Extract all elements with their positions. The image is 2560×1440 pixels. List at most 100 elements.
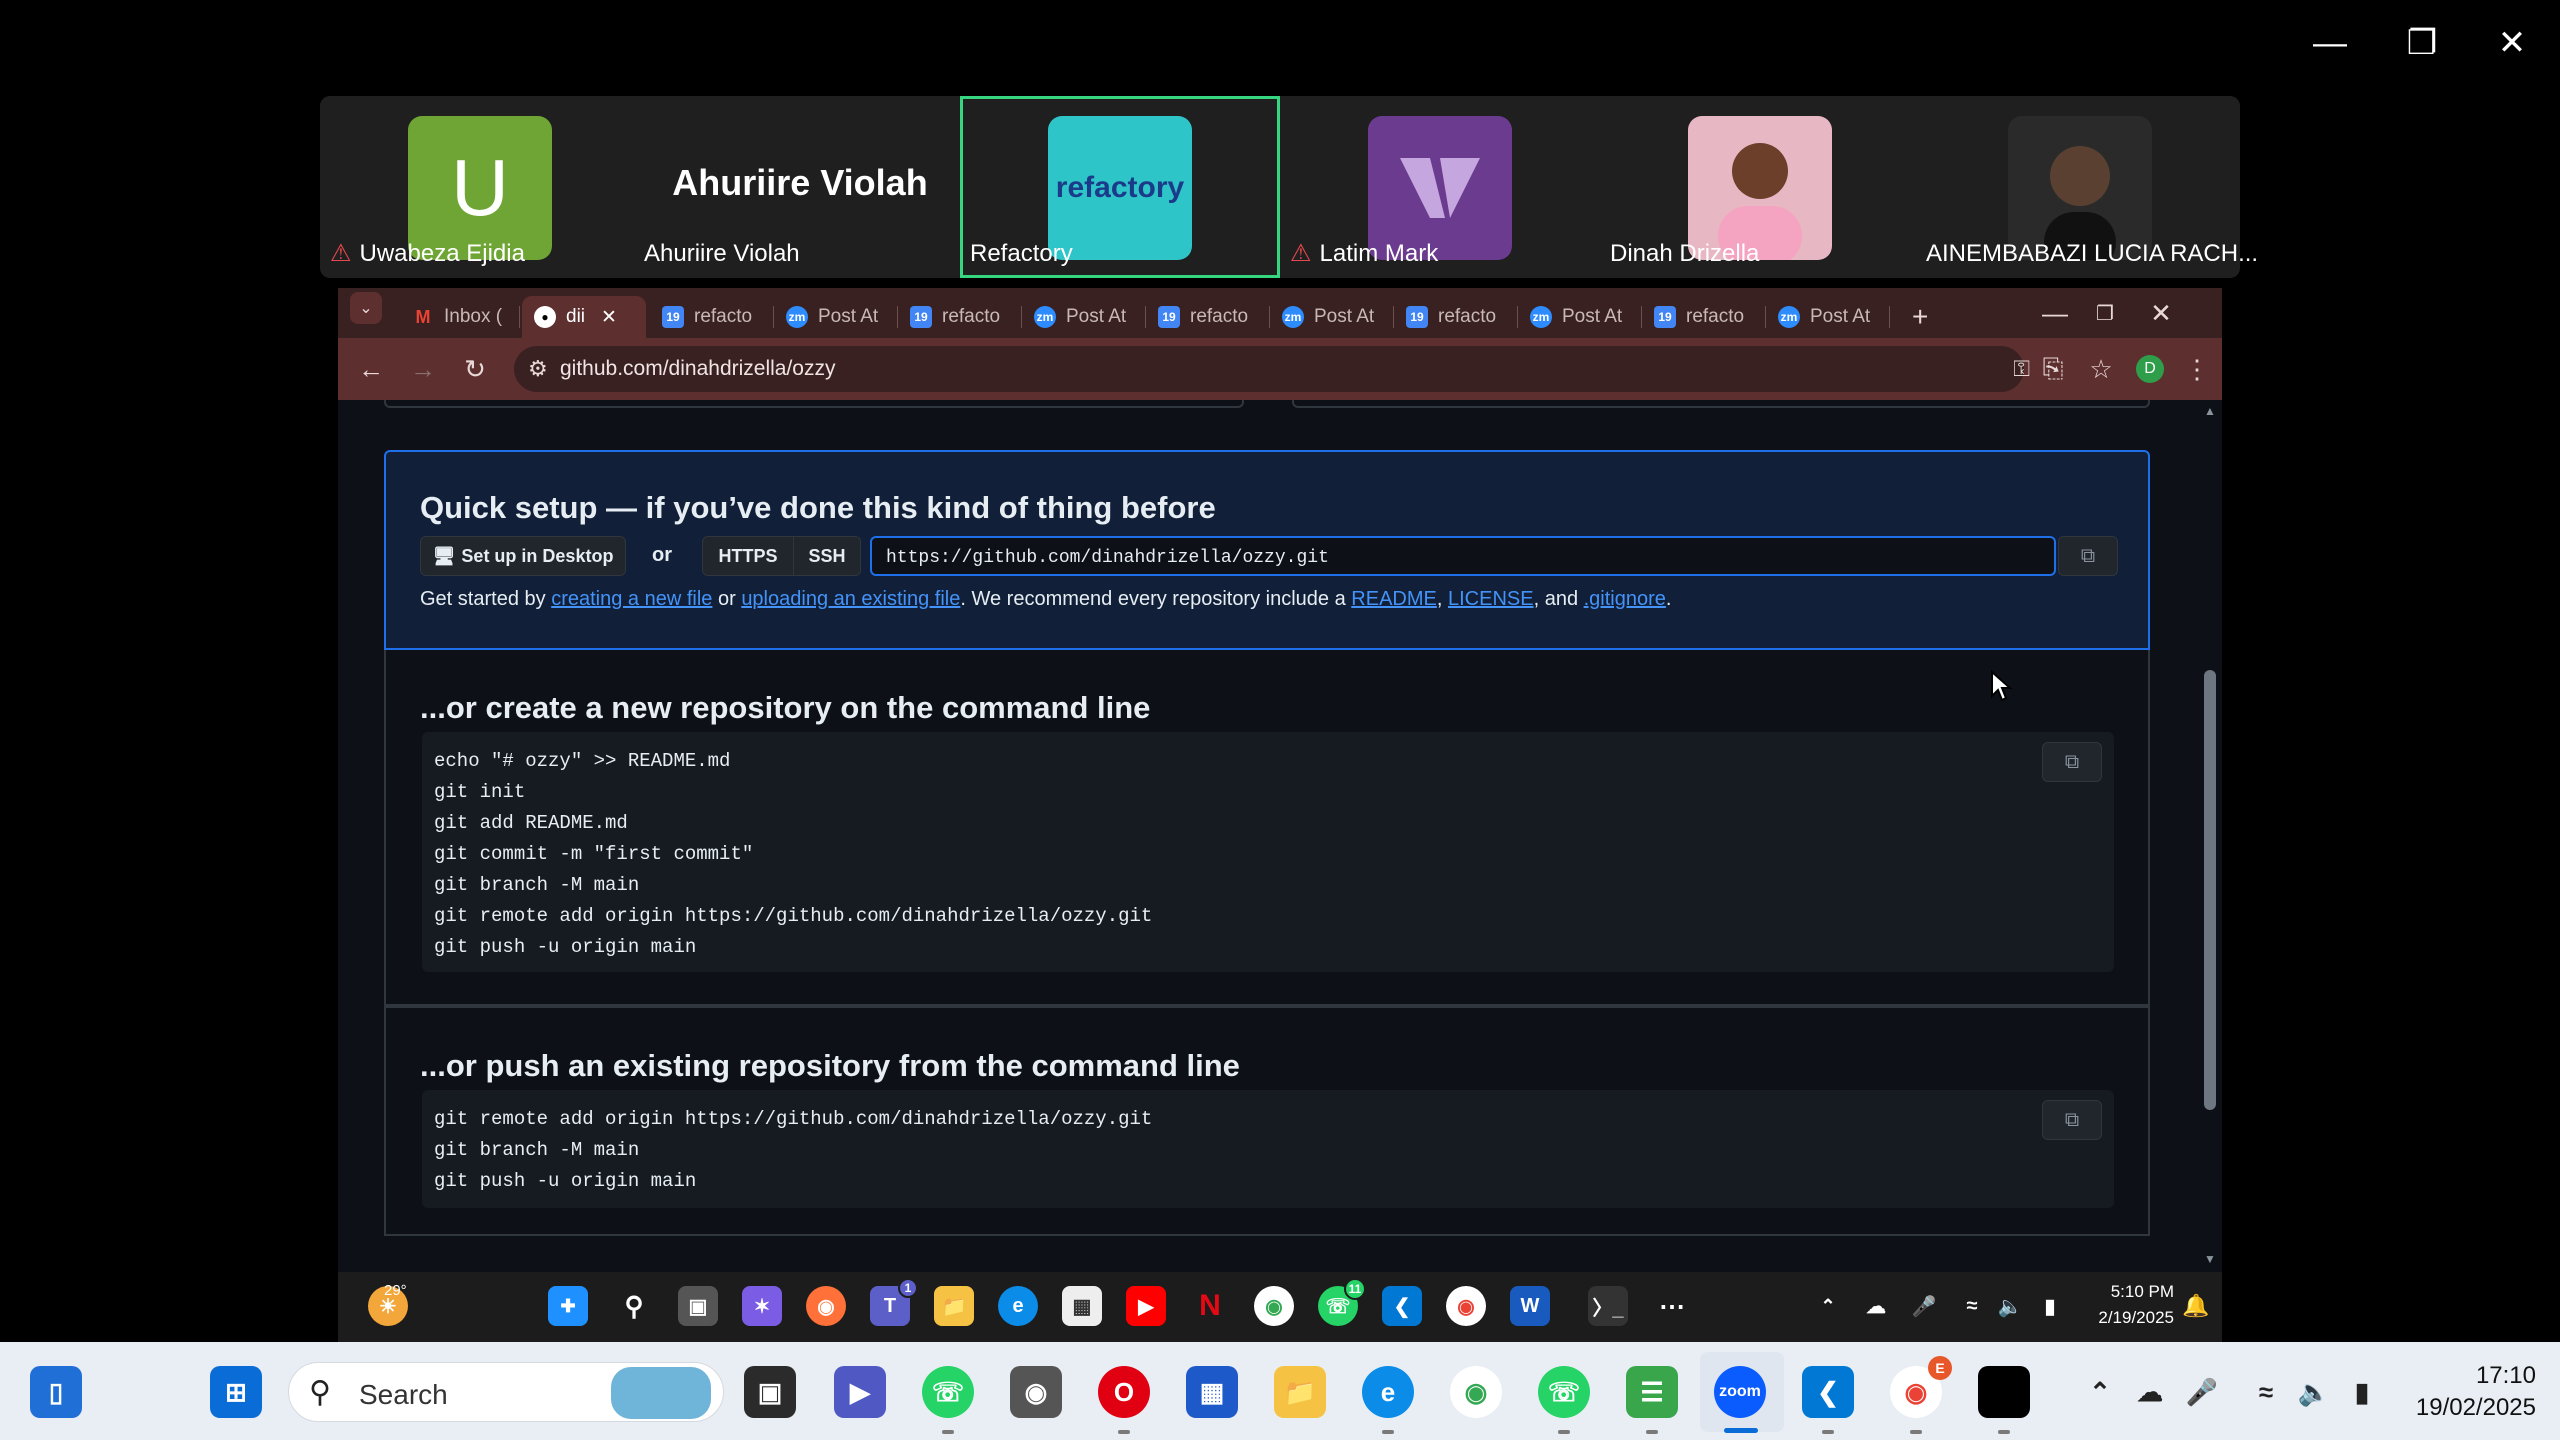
chrome-profile-icon[interactable]: ◉ E bbox=[1890, 1356, 1952, 1418]
firefox-icon[interactable]: ◉ bbox=[806, 1286, 846, 1326]
tab-post-at[interactable]: zm Post At bbox=[1518, 296, 1642, 338]
browser-minimize-button[interactable]: — bbox=[2032, 290, 2078, 336]
show-hidden-icons-chevron[interactable]: ⌃ bbox=[1808, 1286, 1848, 1326]
profile-avatar[interactable]: D bbox=[2136, 355, 2164, 383]
edge-icon[interactable]: e bbox=[1362, 1366, 1414, 1418]
clone-url-field[interactable]: https://github.com/dinahdrizella/ozzy.gi… bbox=[870, 536, 2056, 576]
tab-refacto[interactable]: 19 refacto bbox=[1146, 296, 1270, 338]
copy-clone-url-button[interactable]: ⧉ bbox=[2058, 536, 2118, 576]
copy-push-commands-button[interactable]: ⧉ bbox=[2042, 1100, 2102, 1140]
camera-icon[interactable]: ◉ bbox=[1010, 1366, 1062, 1418]
url-text[interactable]: github.com/dinahdrizella/ozzy bbox=[560, 357, 835, 381]
participant-tile[interactable]: Ahuriire Violah Ahuriire Violah bbox=[640, 96, 960, 278]
wifi-icon[interactable]: ≈ bbox=[1952, 1286, 1992, 1326]
youtube-icon[interactable]: ▶ bbox=[1126, 1286, 1166, 1326]
vscode-icon[interactable]: ❮ bbox=[1382, 1286, 1422, 1326]
bluestacks-icon[interactable]: ☰ bbox=[1626, 1366, 1678, 1418]
whatsapp-icon[interactable]: ☏ 11 bbox=[1318, 1278, 1366, 1326]
participant-tile[interactable]: U ⚠ Uwabeza Ejidia bbox=[320, 96, 640, 278]
chrome-icon[interactable]: ◉ bbox=[1450, 1366, 1502, 1418]
participant-tile[interactable]: ⚠ Latim Mark bbox=[1280, 96, 1600, 278]
tab-gmail[interactable]: M Inbox ( bbox=[400, 296, 520, 338]
battery-icon[interactable]: ▮ bbox=[2030, 1286, 2070, 1326]
zoom-icon[interactable]: zoom bbox=[1714, 1366, 1766, 1418]
site-info-icon[interactable]: ⚙ bbox=[528, 356, 548, 382]
chrome-profile-icon[interactable]: ◉ bbox=[1446, 1286, 1486, 1326]
tab-refacto[interactable]: 19 refacto bbox=[650, 296, 774, 338]
tab-refacto[interactable]: 19 refacto bbox=[1394, 296, 1518, 338]
create-new-file-link[interactable]: creating a new file bbox=[551, 588, 712, 610]
password-key-icon[interactable]: ⚿ bbox=[2013, 356, 2030, 382]
close-tab-icon[interactable]: ✕ bbox=[601, 306, 617, 329]
chrome-icon[interactable]: ◉ bbox=[1254, 1286, 1294, 1326]
terminal-window-icon[interactable] bbox=[1978, 1366, 2030, 1418]
show-hidden-icons-chevron[interactable]: ⌃ bbox=[2074, 1366, 2126, 1418]
bookmark-star-icon[interactable]: ☆ bbox=[2078, 346, 2124, 392]
readme-link[interactable]: README bbox=[1351, 588, 1437, 610]
tab-post-at[interactable]: zm Post At bbox=[774, 296, 898, 338]
omnibox[interactable]: ⚙ github.com/dinahdrizella/ozzy ⚿ bbox=[514, 346, 2030, 392]
microsoft-store-icon[interactable]: ▦ bbox=[1186, 1366, 1238, 1418]
license-link[interactable]: LICENSE bbox=[1448, 588, 1534, 610]
menu-kebab-icon[interactable]: ⋮ bbox=[2174, 346, 2220, 392]
upload-file-link[interactable]: uploading an existing file bbox=[741, 588, 960, 610]
scrollbar-thumb[interactable] bbox=[2204, 670, 2216, 1110]
forward-button[interactable]: → bbox=[400, 346, 446, 392]
minimize-window-button[interactable]: — bbox=[2300, 18, 2360, 68]
whatsapp-second-icon[interactable]: ☏ bbox=[1538, 1366, 1590, 1418]
browser-close-button[interactable]: ✕ bbox=[2138, 290, 2184, 336]
teams-icon[interactable]: T1 bbox=[870, 1278, 918, 1326]
tab-post-at[interactable]: zm Post At bbox=[1022, 296, 1146, 338]
tab-refacto[interactable]: 19 refacto bbox=[898, 296, 1022, 338]
wifi-icon[interactable]: ≈ bbox=[2240, 1366, 2292, 1418]
vscode-icon[interactable]: ❮ bbox=[1802, 1366, 1854, 1418]
https-button[interactable]: HTTPS bbox=[702, 536, 794, 576]
scroll-down-arrow-icon[interactable]: ▼ bbox=[2204, 1252, 2216, 1266]
more-apps-icon[interactable]: ⋯ bbox=[1652, 1286, 1692, 1326]
taskbar-search-box[interactable]: ⚲ Search bbox=[288, 1362, 724, 1422]
close-window-button[interactable]: ✕ bbox=[2482, 18, 2542, 68]
install-app-icon[interactable]: ⎘ bbox=[2030, 346, 2076, 392]
tab-refacto[interactable]: 19 refacto bbox=[1642, 296, 1766, 338]
create-repo-code-block[interactable]: echo "# ozzy" >> README.md git init git … bbox=[422, 732, 2114, 972]
microsoft-store-icon[interactable]: ▦ bbox=[1062, 1286, 1102, 1326]
participant-tile-active[interactable]: refactory Refactory bbox=[960, 96, 1280, 278]
new-tab-button[interactable]: + bbox=[1900, 296, 1928, 338]
browser-restore-button[interactable]: ❐ bbox=[2082, 290, 2128, 336]
file-explorer-icon[interactable]: 📁 bbox=[934, 1286, 974, 1326]
netflix-icon[interactable]: N bbox=[1190, 1286, 1230, 1326]
opera-icon[interactable]: O bbox=[1098, 1366, 1150, 1418]
setup-desktop-button[interactable]: 🖥 Set up in Desktop bbox=[420, 536, 626, 576]
onedrive-icon[interactable]: ☁ bbox=[1856, 1286, 1896, 1326]
windows-start-icon[interactable]: ⊞ bbox=[210, 1366, 262, 1418]
windows-start-icon[interactable]: ✚ bbox=[548, 1286, 588, 1326]
tab-github[interactable]: ● dii ✕ bbox=[522, 296, 646, 338]
volume-icon[interactable]: 🔈 bbox=[2288, 1366, 2340, 1418]
tab-search-button[interactable]: ⌄ bbox=[350, 292, 382, 324]
edge-icon[interactable]: e bbox=[998, 1286, 1038, 1326]
restore-window-button[interactable]: ❐ bbox=[2392, 18, 2452, 68]
ssh-button[interactable]: SSH bbox=[793, 536, 861, 576]
word-icon[interactable]: W bbox=[1510, 1286, 1550, 1326]
microphone-icon[interactable]: 🎤 bbox=[1904, 1286, 1944, 1326]
participant-tile[interactable]: AINEMBABAZI LUCIA RACH... bbox=[1920, 96, 2258, 278]
copy-create-commands-button[interactable]: ⧉ bbox=[2042, 742, 2102, 782]
task-view-icon[interactable]: ▣ bbox=[678, 1286, 718, 1326]
tab-post-at[interactable]: zm Post At bbox=[1766, 296, 1890, 338]
teams-chat-icon[interactable]: ▶ bbox=[834, 1366, 886, 1418]
gitignore-link[interactable]: .gitignore bbox=[1584, 588, 1666, 610]
microphone-icon[interactable]: 🎤 bbox=[2176, 1366, 2228, 1418]
reload-button[interactable]: ↻ bbox=[452, 346, 498, 392]
task-view-icon[interactable]: ▣ bbox=[744, 1366, 796, 1418]
onedrive-icon[interactable]: ☁ bbox=[2124, 1366, 2176, 1418]
remote-clock-date[interactable]: 2/19/2025 bbox=[2080, 1308, 2174, 1328]
notification-bell-icon[interactable]: 🔔 bbox=[2176, 1286, 2216, 1326]
participant-tile[interactable]: Dinah Drizella bbox=[1600, 96, 1920, 278]
back-button[interactable]: ← bbox=[348, 346, 394, 392]
remote-clock-time[interactable]: 5:10 PM bbox=[2080, 1282, 2174, 1302]
search-icon[interactable]: ⚲ bbox=[614, 1286, 654, 1326]
battery-icon[interactable]: ▮ bbox=[2336, 1366, 2388, 1418]
whatsapp-icon[interactable]: ☏ bbox=[922, 1366, 974, 1418]
widgets-icon[interactable]: ▯ bbox=[30, 1366, 82, 1418]
file-explorer-icon[interactable]: 📁 bbox=[1274, 1366, 1326, 1418]
